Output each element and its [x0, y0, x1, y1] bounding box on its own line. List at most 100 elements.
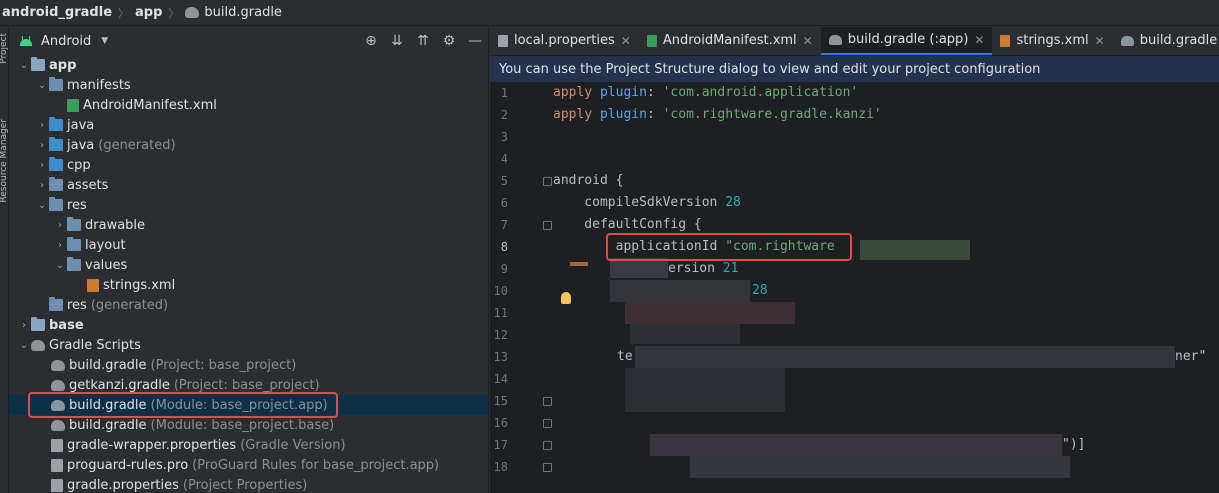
- close-icon[interactable]: ✕: [621, 34, 631, 48]
- gradle-icon: [1120, 35, 1134, 46]
- chevron-down-icon[interactable]: ⌄: [35, 80, 49, 91]
- resource-manager-tool-window-button[interactable]: Resource Manager: [0, 119, 8, 203]
- project-structure-banner[interactable]: You can use the Project Structure dialog…: [490, 56, 1219, 82]
- tree-node-build-gradle-project[interactable]: build.gradle (Project: base_project): [9, 355, 488, 375]
- redacted-region: [690, 456, 1070, 478]
- line-number: 3: [500, 130, 508, 144]
- line-number: 7: [500, 218, 508, 232]
- editor-gutter: 1 2 3 4 5 6 7 8 9 10 11 12 13 14 15 16 1…: [490, 82, 552, 493]
- manifest-file-icon: [646, 34, 657, 47]
- chevron-down-icon[interactable]: ⌄: [17, 340, 31, 351]
- chevron-down-icon[interactable]: ⌄: [53, 260, 67, 271]
- lightbulb-icon[interactable]: [561, 292, 571, 304]
- code-line-13-end: ner": [1175, 349, 1207, 364]
- project-tool-window-button[interactable]: Project: [0, 33, 8, 64]
- breadcrumb-file[interactable]: build.gradle: [204, 5, 282, 20]
- tree-node-res-generated[interactable]: res (generated): [9, 295, 488, 315]
- properties-file-icon: [498, 34, 508, 47]
- tree-node-java[interactable]: › java: [9, 115, 488, 135]
- fold-marker-icon[interactable]: [543, 397, 552, 406]
- tree-node-gradle-wrapper[interactable]: gradle-wrapper.properties (Gradle Versio…: [9, 435, 488, 455]
- fold-marker-icon[interactable]: [543, 221, 552, 230]
- tree-node-strings-xml[interactable]: strings.xml: [9, 275, 488, 295]
- line-number: 10: [493, 284, 508, 298]
- hide-icon[interactable]: —: [462, 33, 488, 49]
- line-number: 12: [493, 328, 508, 342]
- tree-node-app[interactable]: ⌄ app: [9, 55, 488, 75]
- tab-androidmanifest[interactable]: AndroidManifest.xml ✕: [639, 27, 821, 55]
- project-panel: Android ▼ ⊕ ⇊ ⇈ ⚙ — ⌄ app ⌄ manifests An…: [9, 27, 489, 493]
- tree-node-base[interactable]: › base: [9, 315, 488, 335]
- close-icon[interactable]: ✕: [1095, 34, 1105, 48]
- redacted-region: [650, 434, 1062, 456]
- project-view-selector[interactable]: Android: [41, 34, 91, 49]
- tree-node-gradle-scripts[interactable]: ⌄ Gradle Scripts: [9, 335, 488, 355]
- line-number: 6: [500, 196, 508, 210]
- tree-node-values[interactable]: ⌄ values: [9, 255, 488, 275]
- chevron-down-icon[interactable]: ⌄: [35, 200, 49, 211]
- folder-icon: [49, 177, 63, 191]
- line-number: 13: [493, 350, 508, 364]
- tree-node-layout[interactable]: › layout: [9, 235, 488, 255]
- chevron-down-icon[interactable]: ▼: [101, 36, 108, 46]
- tab-build-gradle-base[interactable]: build.gradle (:base): [1113, 27, 1219, 55]
- line-number: 5: [500, 174, 508, 188]
- chevron-right-icon[interactable]: ›: [53, 240, 67, 251]
- fold-marker-icon[interactable]: [543, 463, 552, 472]
- code-editor[interactable]: 1 2 3 4 5 6 7 8 9 10 11 12 13 14 15 16 1…: [490, 82, 1219, 493]
- tree-node-build-gradle-base[interactable]: build.gradle (Module: base_project.base): [9, 415, 488, 435]
- folder-icon: [67, 257, 81, 271]
- tab-strings-xml[interactable]: strings.xml ✕: [992, 27, 1112, 55]
- chevron-right-icon[interactable]: ›: [35, 180, 49, 191]
- redacted-region: [610, 280, 750, 302]
- close-icon[interactable]: ✕: [974, 33, 984, 47]
- chevron-right-icon[interactable]: ›: [53, 220, 67, 231]
- close-icon[interactable]: ✕: [803, 34, 813, 48]
- expand-all-icon[interactable]: ⇊: [384, 33, 410, 49]
- tree-node-res[interactable]: ⌄ res: [9, 195, 488, 215]
- fold-marker-icon[interactable]: [543, 419, 552, 428]
- chevron-down-icon[interactable]: ⌄: [17, 60, 31, 71]
- gear-icon[interactable]: ⚙: [436, 33, 462, 49]
- collapse-all-icon[interactable]: ⇈: [410, 33, 436, 49]
- tree-node-androidmanifest[interactable]: AndroidManifest.xml: [9, 95, 488, 115]
- chevron-right-icon[interactable]: ›: [35, 120, 49, 131]
- folder-icon: [49, 117, 63, 131]
- tree-node-drawable[interactable]: › drawable: [9, 215, 488, 235]
- line-number: 17: [493, 438, 508, 452]
- tree-node-gradle-properties[interactable]: gradle.properties (Project Properties): [9, 475, 488, 493]
- code-line-6: compileSdkVersion 28: [553, 195, 741, 210]
- android-icon: [19, 36, 33, 46]
- tree-node-java-generated[interactable]: › java (generated): [9, 135, 488, 155]
- chevron-right-icon[interactable]: ›: [17, 320, 31, 331]
- tab-local-properties[interactable]: local.properties ✕: [490, 27, 639, 55]
- chevron-right-icon[interactable]: ›: [35, 160, 49, 171]
- folder-icon: [49, 157, 63, 171]
- locate-icon[interactable]: ⊕: [358, 33, 384, 49]
- fold-marker-icon[interactable]: [543, 177, 552, 186]
- code-line-5: android {: [553, 173, 624, 188]
- project-panel-header: Android ▼ ⊕ ⇊ ⇈ ⚙ —: [9, 27, 488, 55]
- folder-icon: [67, 237, 81, 251]
- line-number: 1: [500, 86, 508, 100]
- breadcrumb-project[interactable]: android_gradle: [2, 5, 112, 20]
- tree-node-assets[interactable]: › assets: [9, 175, 488, 195]
- tab-build-gradle-app[interactable]: build.gradle (:app) ✕: [820, 27, 993, 55]
- code-line-17-end: ")]: [1062, 437, 1086, 452]
- tree-node-manifests[interactable]: ⌄ manifests: [9, 75, 488, 95]
- redacted-region: [625, 302, 795, 324]
- xml-file-icon: [87, 278, 99, 292]
- breadcrumb-module[interactable]: app: [135, 5, 162, 20]
- code-line-1: apply plugin: 'com.android.application': [553, 85, 859, 100]
- line-number: 8: [500, 240, 508, 254]
- left-tool-strip: Project Resource Manager: [0, 27, 9, 493]
- gradle-icon: [51, 419, 65, 431]
- editor-area: local.properties ✕ AndroidManifest.xml ✕…: [490, 27, 1219, 493]
- folder-icon: [49, 197, 63, 211]
- generated-folder-icon: [49, 137, 63, 151]
- tree-node-cpp[interactable]: › cpp: [9, 155, 488, 175]
- module-folder-icon: [31, 57, 45, 71]
- chevron-right-icon[interactable]: ›: [35, 140, 49, 151]
- fold-marker-icon[interactable]: [543, 441, 552, 450]
- tree-node-proguard-rules[interactable]: proguard-rules.pro (ProGuard Rules for b…: [9, 455, 488, 475]
